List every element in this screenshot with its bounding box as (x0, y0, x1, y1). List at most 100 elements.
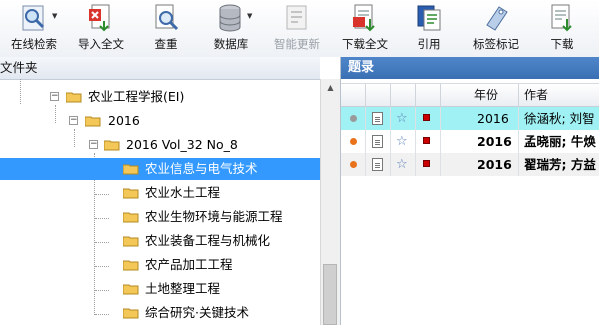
download-button[interactable]: 下载 (540, 0, 584, 56)
download-icon (551, 4, 572, 32)
folder-panel-title: 文件夹 (0, 60, 38, 75)
database-button[interactable]: ▼ 数据库 (203, 0, 259, 56)
column-status[interactable] (341, 84, 366, 106)
tree-item-agri-equipment[interactable]: 农业装备工程与机械化 (0, 230, 320, 252)
folder-open-icon (123, 284, 139, 295)
download-label: 下载 (550, 37, 574, 51)
folder-open-icon (123, 212, 139, 223)
tree-item-label: 2016 Vol_32 No_8 (126, 137, 238, 152)
star-icon[interactable]: ☆ (396, 107, 408, 130)
collapse-toggle-icon[interactable]: − (69, 116, 78, 125)
tree-item-journal[interactable]: − 农业工程学报(EI) (0, 86, 320, 108)
tree-item-label: 2016 (108, 113, 140, 128)
records-panel-title: 题录 (348, 60, 375, 75)
flag-icon[interactable] (423, 114, 430, 121)
folder-open-icon (66, 92, 82, 103)
import-fulltext-button[interactable]: 导入全文 (70, 0, 132, 56)
read-status-dot-icon (350, 138, 357, 145)
duplicate-check-button[interactable]: 查重 (140, 0, 192, 56)
folder-panel: 文件夹 − 农业工程学报(EI) − 2016 − 2016 Vol_32 No… (0, 57, 341, 325)
online-search-icon (22, 5, 45, 31)
smart-update-label: 智能更新 (274, 37, 320, 51)
tree-item-agri-info-electrical[interactable]: 农业信息与电气技术 (0, 158, 320, 180)
tree-item-label: 农产品加工工程 (145, 257, 233, 272)
tag-mark-button[interactable]: 标签标记 (465, 0, 527, 56)
records-panel: 题录 年份 作者 ☆ 2016 徐涵秋; 刘智 ☆ 2016 孟晓丽; 牛焕 ☆… (341, 57, 599, 325)
folder-open-icon (85, 116, 101, 127)
star-icon[interactable]: ☆ (396, 153, 408, 176)
record-author: 徐涵秋; 刘智 (524, 111, 595, 126)
tree-item-label: 土地整理工程 (145, 281, 221, 296)
online-search-label: 在线检索 (11, 37, 57, 51)
column-year-label: 年份 (474, 88, 499, 102)
online-search-button[interactable]: ▼ 在线检索 (5, 0, 63, 56)
duplicate-check-icon (155, 4, 179, 31)
record-author: 翟瑞芳; 方益 (524, 157, 596, 172)
import-fulltext-label: 导入全文 (78, 37, 124, 51)
tag-mark-label: 标签标记 (473, 37, 519, 51)
database-icon (219, 4, 241, 32)
collapse-toggle-icon[interactable]: − (89, 140, 98, 149)
document-icon[interactable] (372, 158, 383, 171)
folder-open-icon (104, 140, 120, 151)
tree-item-label: 农业装备工程与机械化 (145, 233, 271, 248)
smart-update-icon (286, 5, 307, 30)
record-row[interactable]: ☆ 2016 翟瑞芳; 方益 (341, 153, 599, 176)
smart-update-button: 智能更新 (268, 0, 326, 56)
chevron-down-icon[interactable]: ▼ (247, 12, 252, 20)
tree-item-label: 农业生物环境与能源工程 (145, 209, 283, 224)
column-author[interactable]: 作者 (519, 84, 599, 106)
flag-icon[interactable] (423, 160, 430, 167)
tree-item-label: 农业水土工程 (145, 185, 221, 200)
flag-icon[interactable] (423, 137, 430, 144)
main-toolbar: ▼ 在线检索 导入全文 查重 ▼ 数据库 智能更新 下载全文 引用 标签标记 下… (0, 0, 599, 58)
duplicate-check-label: 查重 (154, 37, 178, 51)
record-row[interactable]: ☆ 2016 孟晓丽; 牛焕 (341, 130, 599, 153)
download-fulltext-label: 下载全文 (342, 37, 388, 51)
record-author: 孟晓丽; 牛焕 (524, 134, 596, 149)
download-fulltext-button[interactable]: 下载全文 (334, 0, 396, 56)
folder-open-icon (123, 164, 139, 175)
column-star[interactable] (391, 84, 416, 106)
record-year: 2016 (477, 111, 509, 126)
folder-open-icon (123, 308, 139, 319)
column-attachment[interactable] (366, 84, 391, 106)
read-status-dot-icon (350, 115, 357, 122)
cite-icon (417, 5, 441, 31)
record-year: 2016 (477, 134, 512, 149)
chevron-down-icon[interactable]: ▼ (52, 12, 57, 20)
scroll-up-arrow-icon[interactable]: ▲ (321, 79, 340, 97)
tag-icon (486, 6, 508, 31)
document-icon[interactable] (372, 112, 383, 125)
tree-item-label: 农业信息与电气技术 (145, 161, 258, 176)
folder-open-icon (123, 236, 139, 247)
cite-label: 引用 (417, 37, 441, 51)
tree-item-land-consolidation[interactable]: 土地整理工程 (0, 278, 320, 300)
folder-panel-header: 文件夹 (0, 57, 320, 80)
tree-item-issue[interactable]: − 2016 Vol_32 No_8 (0, 134, 320, 156)
column-flag[interactable] (416, 84, 441, 106)
collapse-toggle-icon[interactable]: − (50, 92, 59, 101)
record-row[interactable]: ☆ 2016 徐涵秋; 刘智 (341, 107, 599, 130)
tree-item-agri-water-soil[interactable]: 农业水土工程 (0, 182, 320, 204)
folder-scrollbar[interactable]: ▲ (320, 79, 340, 325)
column-author-label: 作者 (524, 88, 549, 102)
record-year: 2016 (477, 157, 512, 172)
tree-item-year[interactable]: − 2016 (0, 110, 320, 132)
cite-button[interactable]: 引用 (406, 0, 452, 56)
tree-item-label: 农业工程学报(EI) (88, 89, 185, 104)
read-status-dot-icon (350, 161, 357, 168)
tree-item-label: 综合研究·关键技术 (145, 305, 249, 320)
database-label: 数据库 (213, 37, 249, 51)
tree-item-comprehensive-research[interactable]: 综合研究·关键技术 (0, 302, 320, 324)
column-year[interactable]: 年份 (441, 84, 519, 106)
import-fulltext-icon (89, 4, 110, 32)
scrollbar-thumb[interactable] (323, 264, 337, 325)
records-panel-header: 题录 (341, 57, 599, 79)
document-icon[interactable] (372, 135, 383, 148)
star-icon[interactable]: ☆ (396, 130, 408, 153)
tree-item-product-processing[interactable]: 农产品加工工程 (0, 254, 320, 276)
folder-open-icon (123, 188, 139, 199)
tree-item-agri-bio-env-energy[interactable]: 农业生物环境与能源工程 (0, 206, 320, 228)
download-fulltext-icon (353, 4, 375, 32)
